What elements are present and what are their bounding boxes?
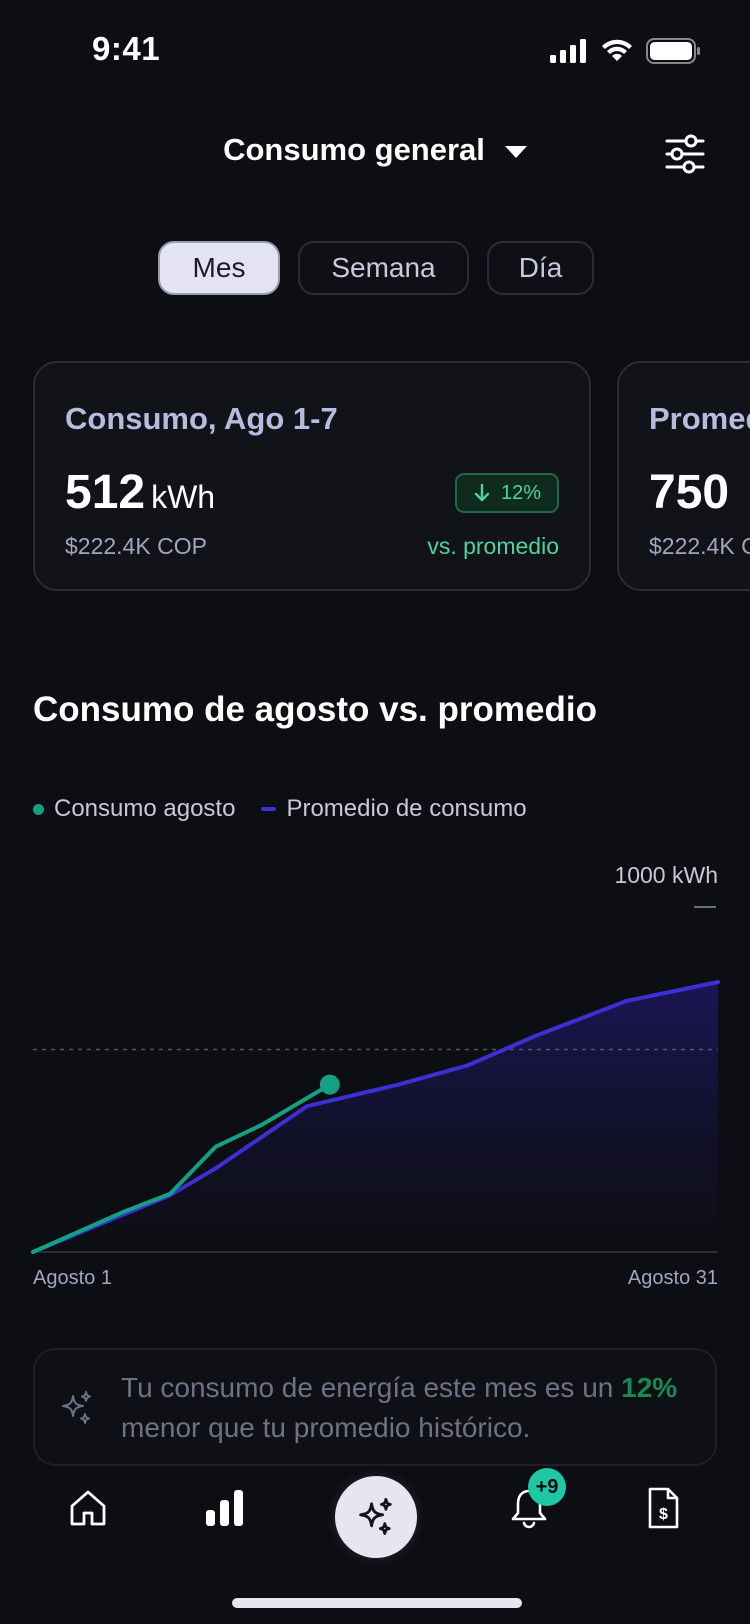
notification-badge: +9	[528, 1468, 566, 1506]
card-cost: $222.4K COP	[65, 533, 207, 559]
delta-caption: vs. promedio	[427, 533, 559, 559]
chart-title: Consumo de agosto vs. promedio	[33, 690, 597, 729]
consumption-chart	[31, 906, 720, 1254]
status-icons	[550, 38, 700, 64]
average-card[interactable]: Promedio 750 $222.4K COP	[617, 361, 750, 591]
legend-label: Consumo agosto	[54, 795, 236, 822]
nav-stats[interactable]	[203, 1486, 247, 1530]
delta-value: 12%	[500, 481, 542, 504]
battery-icon	[646, 38, 700, 64]
current-latest-point[interactable]	[319, 1074, 340, 1095]
card-title: Promedio	[649, 401, 750, 436]
wifi-icon	[602, 39, 632, 61]
card-value: 512 kWh	[65, 465, 215, 520]
arrow-down-icon	[474, 483, 490, 502]
card-title: Consumo, Ago 1-7	[65, 401, 338, 436]
consumption-card[interactable]: Consumo, Ago 1-7 512 kWh $222.4K COP 12% …	[33, 361, 591, 591]
insight-card: Tu consumo de energía este mes es un 12%…	[33, 1348, 717, 1466]
home-indicator[interactable]	[232, 1598, 522, 1608]
nav-home[interactable]	[66, 1486, 110, 1530]
legend-dot-icon	[33, 803, 44, 815]
tab-dia[interactable]: Día	[487, 241, 594, 295]
consumption-value: 512	[65, 466, 146, 519]
legend-line-icon	[261, 807, 277, 811]
tab-mes[interactable]: Mes	[158, 241, 280, 295]
cellular-signal-icon	[550, 39, 586, 63]
legend-item-average: Promedio de consumo	[261, 795, 527, 823]
insight-highlight: 12%	[621, 1372, 678, 1403]
home-icon	[70, 1490, 106, 1526]
insight-text: Tu consumo de energía este mes es un 12%…	[121, 1368, 691, 1448]
bottom-tab-bar: $	[0, 1466, 750, 1566]
nav-assistant-button[interactable]	[335, 1476, 417, 1558]
tab-semana[interactable]: Semana	[298, 241, 469, 295]
x-axis-start-label: Agosto 1	[33, 1267, 112, 1289]
sliders-icon	[665, 134, 705, 174]
legend-label: Promedio de consumo	[286, 795, 527, 822]
delta-badge: 12%	[455, 473, 559, 513]
x-axis-end-label: Agosto 31	[627, 1267, 718, 1289]
sparkles-icon	[62, 1391, 91, 1424]
insight-text-after: menor que tu promedio histórico.	[121, 1412, 531, 1443]
period-tabs: Mes Semana Día	[158, 241, 594, 295]
svg-text:$: $	[659, 1506, 668, 1523]
legend-item-current: Consumo agosto	[33, 795, 235, 823]
status-time: 9:41	[92, 30, 161, 67]
consumption-unit: kWh	[151, 479, 216, 515]
bar-chart-icon	[206, 1490, 243, 1526]
sparkles-icon	[359, 1497, 392, 1535]
filter-button[interactable]	[664, 134, 706, 174]
insight-text-before: Tu consumo de energía este mes es un	[121, 1372, 614, 1403]
consumption-selector[interactable]: Consumo general	[0, 132, 750, 168]
invoice-dollar-icon: $	[648, 1487, 679, 1529]
page-title: Consumo general	[223, 132, 485, 167]
card-cost: $222.4K COP	[649, 533, 750, 559]
nav-billing[interactable]: $	[641, 1486, 685, 1530]
chart-legend: Consumo agosto Promedio de consumo	[33, 795, 527, 823]
screen: 9:41 Consumo general Mes Semana Día Cons…	[0, 0, 750, 1624]
card-value: 750	[649, 466, 730, 519]
caret-down-icon	[504, 146, 527, 158]
